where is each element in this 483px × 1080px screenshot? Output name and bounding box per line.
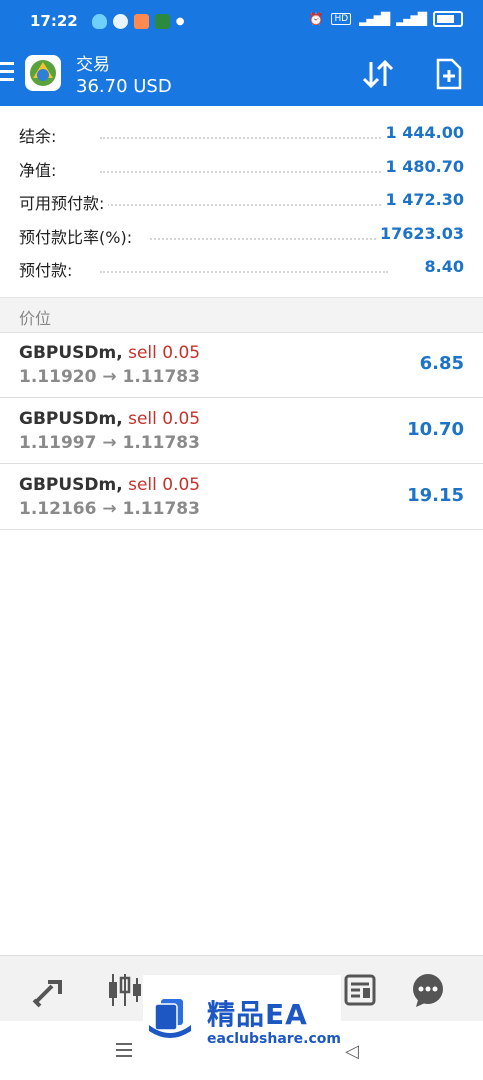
position-profit: 19.15 xyxy=(407,485,464,506)
system-status-icons: ⏰ HD ▂▄▆█ ▂▄▆█ xyxy=(308,11,463,27)
balance-row: 结余: 1 444.00 xyxy=(0,117,483,151)
page-title: 交易 xyxy=(76,55,110,75)
alarm-icon: ⏰ xyxy=(308,12,324,26)
status-time: 17:22 xyxy=(30,12,78,30)
position-row[interactable]: GBPUSDm, sell 0.05 1.11997 → 1.11783 10.… xyxy=(0,398,483,464)
chat-icon[interactable] xyxy=(408,970,448,1010)
signal-icon: ▂▄▆█ xyxy=(359,12,390,26)
position-profit: 6.85 xyxy=(419,353,464,374)
section-label: 价位 xyxy=(19,309,52,328)
position-symbol: GBPUSDm, xyxy=(19,343,123,363)
free-margin-label: 可用预付款: xyxy=(19,190,109,214)
balance-value: 1 444.00 xyxy=(381,123,464,142)
metatrader-logo-icon xyxy=(25,55,61,91)
watermark-title: 精品EA xyxy=(207,998,308,1031)
position-title: GBPUSDm, sell 0.05 xyxy=(19,409,200,429)
position-prices: 1.11997 → 1.11783 xyxy=(19,433,200,453)
equity-value: 1 480.70 xyxy=(381,156,464,176)
position-side: sell 0.05 xyxy=(128,343,201,363)
account-summary: 结余: 1 444.00 净值: 1 480.70 可用预付款: 1 472.3… xyxy=(0,117,483,285)
new-order-icon[interactable] xyxy=(430,56,466,92)
watermark: 精品EA eaclubshare.com xyxy=(143,975,341,1057)
position-prices: 1.12166 → 1.11783 xyxy=(19,499,200,519)
qq-icon xyxy=(91,13,107,29)
menu-icon[interactable] xyxy=(0,62,14,84)
position-side: sell 0.05 xyxy=(128,475,201,495)
position-title: GBPUSDm, sell 0.05 xyxy=(19,343,200,363)
chart-icon[interactable] xyxy=(105,970,145,1010)
position-profit: 10.70 xyxy=(407,419,464,440)
position-row[interactable]: GBPUSDm, sell 0.05 1.11920 → 1.11783 6.8… xyxy=(0,332,483,398)
position-prices: 1.11920 → 1.11783 xyxy=(19,367,200,387)
dot-leader xyxy=(100,137,388,139)
app-header: 交易 36.70 USD xyxy=(0,42,483,106)
wechat-icon xyxy=(112,13,128,29)
margin-level-label: 预付款比率(%): xyxy=(19,223,137,248)
equity-row: 净值: 1 480.70 xyxy=(0,151,483,185)
news-icon[interactable] xyxy=(340,970,380,1010)
margin-level-value: 17623.03 xyxy=(375,223,464,243)
margin-value: 8.40 xyxy=(420,257,464,276)
dot-leader xyxy=(150,237,388,240)
wallet-icon xyxy=(154,13,170,29)
watermark-logo-icon xyxy=(149,999,191,1038)
app-notification-icon xyxy=(133,13,149,29)
battery-icon xyxy=(433,11,463,27)
positions-list: GBPUSDm, sell 0.05 1.11920 → 1.11783 6.8… xyxy=(0,332,483,530)
profit-total: 36.70 USD xyxy=(76,76,172,97)
dot-icon: ● xyxy=(175,15,185,27)
position-symbol: GBPUSDm, xyxy=(19,475,123,495)
dot-leader xyxy=(100,170,388,173)
free-margin-row: 可用预付款: 1 472.30 xyxy=(0,184,483,218)
hd-icon: HD xyxy=(331,13,352,25)
back-icon[interactable]: ◁ xyxy=(345,1041,359,1062)
balance-label: 结余: xyxy=(19,123,61,147)
positions-section-header: 价位 xyxy=(0,297,483,333)
position-title: GBPUSDm, sell 0.05 xyxy=(19,475,200,495)
sort-icon[interactable] xyxy=(360,56,396,92)
margin-level-row: 预付款比率(%): 17623.03 xyxy=(0,218,483,252)
dot-leader xyxy=(100,271,388,273)
status-bar: 17:22 ● ⏰ HD ▂▄▆█ ▂▄▆█ xyxy=(0,0,483,42)
notification-icons: ● xyxy=(91,13,185,29)
dot-leader xyxy=(100,204,388,206)
position-symbol: GBPUSDm, xyxy=(19,409,123,429)
signal-2-icon: ▂▄▆█ xyxy=(396,12,427,26)
margin-label: 预付款: xyxy=(19,257,77,281)
watermark-url: eaclubshare.com xyxy=(207,1031,341,1047)
recent-apps-icon[interactable] xyxy=(116,1043,132,1061)
margin-row: 预付款: 8.40 xyxy=(0,251,483,285)
position-side: sell 0.05 xyxy=(128,409,201,429)
free-margin-value: 1 472.30 xyxy=(381,190,464,209)
equity-label: 净值: xyxy=(19,156,61,181)
position-row[interactable]: GBPUSDm, sell 0.05 1.12166 → 1.11783 19.… xyxy=(0,464,483,530)
quotes-icon[interactable] xyxy=(30,970,70,1010)
